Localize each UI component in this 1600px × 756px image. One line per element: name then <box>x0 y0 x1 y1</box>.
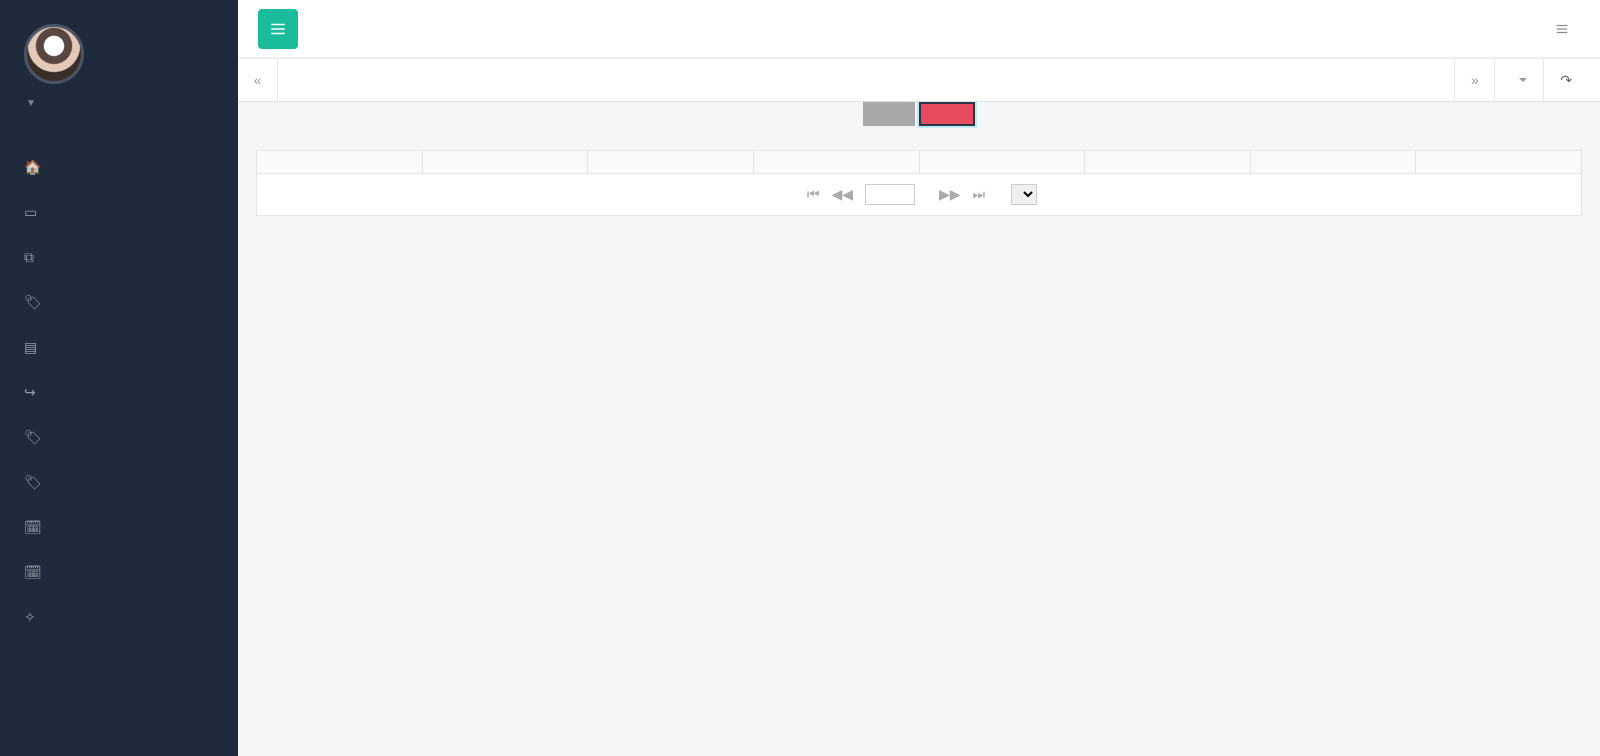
user-role-dropdown[interactable] <box>24 94 214 109</box>
chevron-double-right-icon: » <box>1471 72 1479 88</box>
chevron-double-left-icon: « <box>254 72 262 88</box>
pager-prev-button[interactable]: ◀◀ <box>825 184 859 205</box>
col-ops[interactable] <box>1416 151 1582 174</box>
sidebar-toggle-button[interactable] <box>258 9 298 49</box>
nav-roles[interactable]: 🏷 <box>0 280 238 325</box>
topbar <box>238 0 1600 58</box>
tag-icon: 🏷 <box>24 294 40 311</box>
table-wrap: ⏮ ◀◀ ▶▶ ⏭ <box>256 150 1582 216</box>
close-ops-dropdown[interactable] <box>1494 59 1543 101</box>
col-reason[interactable] <box>919 151 1085 174</box>
logout-button[interactable]: ↷ <box>1543 59 1600 101</box>
avatar[interactable] <box>24 24 84 84</box>
tabs-row: « » ↷ <box>238 58 1600 102</box>
nav-notes[interactable]: ▤ <box>0 325 238 370</box>
tag-icon: 🏷 <box>24 429 40 446</box>
topbar-menu[interactable] <box>1554 22 1580 36</box>
nav-users[interactable]: ▭ <box>0 190 238 235</box>
col-type[interactable] <box>422 151 588 174</box>
nav-leave[interactable]: 🗓 <box>0 505 238 550</box>
nav: 🏠 ▭ ⧉ 🏷 ▤ ↪ 🏷 🏷 🗓 🗓 ✧ <box>0 145 238 640</box>
nav-login-log[interactable]: 🏷 <box>0 415 238 460</box>
col-end[interactable] <box>753 151 919 174</box>
tabs-container <box>278 59 1454 101</box>
note-icon: ▤ <box>24 339 40 356</box>
sub-tab-records[interactable] <box>919 102 975 126</box>
share-icon: ↪ <box>24 384 40 401</box>
list-icon <box>1554 22 1570 36</box>
nav-op-log[interactable]: 🏷 <box>0 460 238 505</box>
nav-features[interactable]: ✧ <box>0 595 238 640</box>
sub-tab-apply[interactable] <box>863 102 915 126</box>
sub-tabs <box>238 102 1600 126</box>
nav-dept[interactable]: ⧉ <box>0 235 238 280</box>
per-page-select[interactable] <box>1011 184 1037 205</box>
avatar-wrap <box>0 0 238 92</box>
pager-last-button[interactable]: ⏭ <box>967 184 992 205</box>
tag-icon: 🏷 <box>24 474 40 491</box>
pager: ⏮ ◀◀ ▶▶ ⏭ <box>256 174 1582 216</box>
hamburger-icon <box>269 20 287 38</box>
tab-scroll-right-button[interactable]: » <box>1454 59 1494 101</box>
logout-icon: ↷ <box>1560 72 1572 89</box>
copy-icon: ⧉ <box>24 249 40 266</box>
content: ⏮ ◀◀ ▶▶ ⏭ <box>238 102 1600 756</box>
pager-first-button[interactable]: ⏮ <box>801 184 826 205</box>
tab-actions: ↷ <box>1494 59 1600 101</box>
users-icon: ▭ <box>24 204 40 221</box>
col-status[interactable] <box>1250 151 1416 174</box>
leave-table <box>256 150 1582 174</box>
tab-scroll-left-button[interactable]: « <box>238 59 278 101</box>
nav-leave-audit[interactable]: 🗓 <box>0 550 238 595</box>
col-apply[interactable] <box>1085 151 1251 174</box>
nav-notify[interactable]: ↪ <box>0 370 238 415</box>
main: « » ↷ <box>238 0 1600 756</box>
page-input[interactable] <box>865 184 915 205</box>
sidebar: 🏠 ▭ ⧉ 🏷 ▤ ↪ 🏷 🏷 🗓 🗓 ✧ <box>0 0 238 756</box>
puzzle-icon: ✧ <box>24 609 40 626</box>
user-block <box>0 92 238 125</box>
calendar-icon: 🗓 <box>24 519 40 536</box>
home-icon: 🏠 <box>24 159 40 176</box>
pager-next-button[interactable]: ▶▶ <box>933 184 967 205</box>
calendar-icon: 🗓 <box>24 564 40 581</box>
col-index <box>257 151 423 174</box>
nav-home[interactable]: 🏠 <box>0 145 238 190</box>
col-start[interactable] <box>588 151 754 174</box>
